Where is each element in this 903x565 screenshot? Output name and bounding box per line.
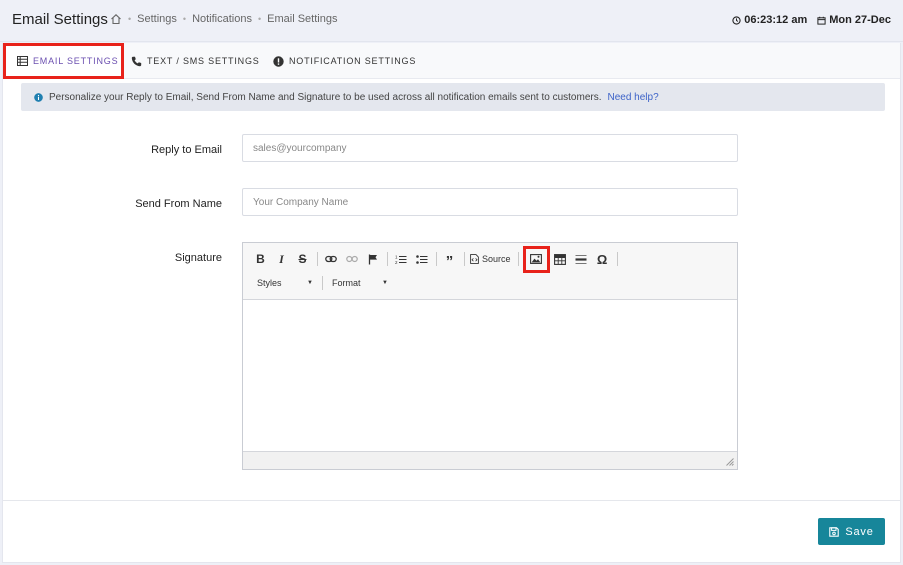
floppy-disk-icon — [829, 526, 840, 537]
breadcrumb-separator: • — [128, 14, 132, 24]
toolbar-separator — [616, 252, 618, 266]
source-button[interactable]: Source — [468, 249, 513, 269]
toolbar-separator — [436, 252, 437, 266]
save-label: Save — [845, 525, 874, 538]
toolbar-separator — [322, 276, 323, 290]
send-from-name-label: Send From Name — [135, 198, 222, 210]
editor-toolbar: B I S 12 ” Source Ω Styles ▼ Format ▼ — [243, 243, 737, 300]
tab-sms-settings[interactable]: Text / SMS Settings — [131, 43, 260, 79]
source-icon — [470, 254, 479, 264]
table-button[interactable] — [551, 249, 570, 269]
link-icon — [324, 255, 337, 263]
clock-area: 06:23:12 am Mon 27-Dec — [732, 14, 891, 26]
settings-tabs: Email Settings Text / SMS Settings Notif… — [3, 43, 900, 79]
toolbar-separator — [317, 252, 318, 266]
breadcrumb-email-settings: Email Settings — [267, 13, 338, 25]
blockquote-button[interactable]: ” — [440, 249, 459, 269]
link-button[interactable] — [321, 249, 340, 269]
current-time: 06:23:12 am — [744, 14, 808, 26]
italic-icon: I — [279, 251, 284, 266]
horizontal-line-button[interactable] — [572, 249, 591, 269]
calendar-icon — [817, 16, 826, 25]
caret-down-icon: ▼ — [307, 280, 313, 286]
reply-to-email-input[interactable] — [242, 134, 738, 162]
current-date: Mon 27-Dec — [829, 14, 891, 26]
tab-label: Email Settings — [33, 56, 119, 66]
tab-label: Notification Settings — [289, 56, 417, 66]
numbered-list-icon: 12 — [395, 254, 407, 265]
format-label: Format — [332, 278, 361, 288]
signature-editor-content[interactable] — [243, 300, 737, 451]
info-icon — [34, 92, 43, 102]
signature-label: Signature — [174, 252, 222, 264]
need-help-link[interactable]: Need help? — [608, 92, 659, 103]
image-button[interactable] — [522, 245, 550, 273]
breadcrumb-separator: • — [182, 14, 187, 24]
exclamation-circle-icon — [273, 55, 284, 67]
list-icon — [17, 56, 28, 66]
bulleted-list-button[interactable] — [412, 249, 431, 269]
image-icon — [530, 254, 542, 264]
editor-status-bar — [243, 451, 737, 469]
svg-text:2: 2 — [395, 260, 398, 265]
bold-icon: B — [256, 252, 265, 266]
table-icon — [554, 253, 566, 265]
signature-editor: B I S 12 ” Source Ω Styles ▼ Format ▼ — [242, 242, 738, 470]
caret-down-icon: ▼ — [382, 280, 388, 286]
top-bar: Email Settings • Settings • Notification… — [0, 0, 903, 42]
toolbar-separator — [387, 252, 388, 266]
strikethrough-button[interactable]: S — [293, 249, 312, 269]
toolbar-separator — [464, 252, 465, 266]
svg-text:1: 1 — [395, 254, 398, 259]
breadcrumb-settings[interactable]: Settings — [137, 13, 177, 25]
phone-icon — [131, 56, 142, 67]
source-label: Source — [482, 254, 511, 264]
anchor-button[interactable] — [363, 249, 382, 269]
styles-label: Styles — [257, 278, 282, 288]
tab-label: Text / SMS Settings — [147, 56, 260, 66]
unlink-icon — [345, 255, 358, 263]
styles-dropdown[interactable]: Styles ▼ — [251, 274, 319, 292]
clock-icon — [732, 15, 741, 25]
save-button[interactable]: Save — [818, 518, 885, 545]
flag-icon — [368, 254, 378, 265]
quote-icon: ” — [445, 252, 454, 270]
send-from-name-input[interactable] — [242, 188, 738, 216]
settings-card: Email Settings Text / SMS Settings Notif… — [2, 43, 901, 563]
home-icon[interactable] — [110, 13, 122, 25]
page-title: Email Settings — [12, 11, 108, 28]
horizontal-line-icon — [575, 254, 587, 265]
format-dropdown[interactable]: Format ▼ — [326, 274, 394, 292]
breadcrumb-notifications[interactable]: Notifications — [192, 13, 252, 25]
numbered-list-button[interactable]: 12 — [391, 249, 410, 269]
footer-divider — [3, 500, 900, 501]
tab-notification-settings[interactable]: Notification Settings — [273, 43, 416, 79]
omega-icon: Ω — [596, 251, 608, 267]
breadcrumb: • Settings • Notifications • Email Setti… — [110, 13, 337, 25]
info-banner: Personalize your Reply to Email, Send Fr… — [21, 83, 885, 111]
toolbar-separator — [517, 252, 519, 266]
italic-button[interactable]: I — [272, 249, 291, 269]
bulleted-list-icon — [415, 254, 428, 265]
bold-button[interactable]: B — [251, 249, 270, 269]
reply-to-email-label: Reply to Email — [151, 144, 222, 156]
resize-handle-icon[interactable] — [726, 458, 734, 466]
breadcrumb-separator: • — [257, 14, 262, 24]
special-character-button[interactable]: Ω — [593, 249, 612, 269]
strikethrough-icon: S — [298, 252, 307, 266]
info-text: Personalize your Reply to Email, Send Fr… — [49, 91, 602, 103]
tab-email-settings[interactable]: Email Settings — [3, 43, 124, 79]
unlink-button[interactable] — [342, 249, 361, 269]
